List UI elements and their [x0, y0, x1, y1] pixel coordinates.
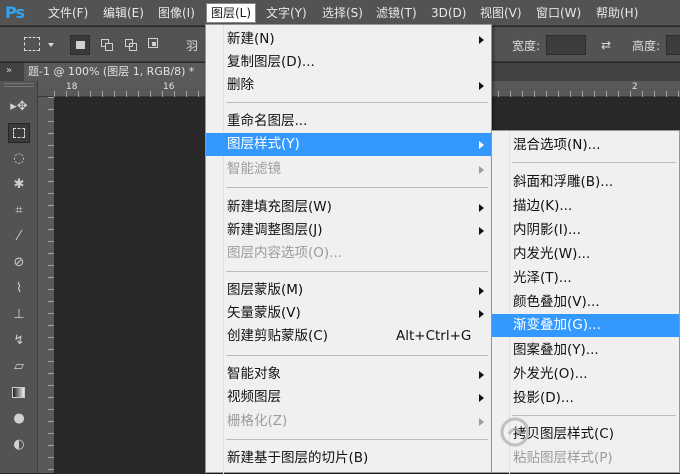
marquee-tool-icon[interactable] [24, 37, 40, 51]
layer-menu-vector-mask[interactable]: 矢量蒙版(V) [206, 302, 491, 325]
shortcut-text: Alt+Ctrl+G [396, 328, 472, 344]
layer-menu-new[interactable]: 新建(N) [206, 28, 491, 51]
clone-stamp-tool-icon[interactable]: ⊥ [8, 305, 30, 325]
layer-menu-delete[interactable]: 删除 [206, 74, 491, 97]
style-satin[interactable]: 光泽(T)... [492, 267, 679, 290]
subtract-selection-icon[interactable] [121, 35, 141, 55]
photoshop-logo: Ps [5, 3, 25, 22]
menu-separator [226, 271, 488, 272]
menu-file[interactable]: 文件(F) [44, 4, 92, 22]
style-inner-shadow[interactable]: 内阴影(I)... [492, 219, 679, 242]
layer-menu-smart-filter[interactable]: 智能滤镜 [206, 158, 491, 181]
submenu-arrow-icon [479, 36, 484, 44]
menu-separator [226, 439, 488, 440]
submenu-arrow-icon [479, 141, 484, 149]
gradient-tool-icon[interactable] [8, 383, 30, 403]
style-inner-glow[interactable]: 内发光(W)... [492, 243, 679, 266]
lasso-tool-icon[interactable]: ◌ [8, 149, 30, 169]
menu-3d[interactable]: 3D(D) [427, 4, 470, 22]
feather-label: 羽 [186, 39, 199, 53]
submenu-arrow-icon [479, 227, 484, 235]
layer-menu-content-options[interactable]: 图层内容选项(O)... [206, 242, 491, 265]
menu-filter[interactable]: 滤镜(T) [372, 4, 421, 22]
menu-separator [226, 187, 488, 188]
submenu-arrow-icon [479, 394, 484, 402]
layer-menu: 新建(N) 复制图层(D)... 删除 重命名图层... 图层样式(Y) 智能滤… [205, 24, 492, 474]
submenu-arrow-icon [479, 204, 484, 212]
style-stroke[interactable]: 描边(K)... [492, 195, 679, 218]
menu-image[interactable]: 图像(I) [154, 4, 199, 22]
eyedropper-tool-icon[interactable]: ⁄ [8, 227, 30, 247]
new-selection-icon[interactable] [70, 35, 90, 55]
healing-brush-tool-icon[interactable]: ⊘ [8, 253, 30, 273]
layer-menu-rename[interactable]: 重命名图层... [206, 110, 491, 133]
height-field[interactable] [666, 35, 680, 55]
menu-type[interactable]: 文字(Y) [262, 4, 311, 22]
layer-menu-layer-mask[interactable]: 图层蒙版(M) [206, 279, 491, 302]
vertical-ruler [38, 97, 54, 473]
magic-wand-tool-icon[interactable]: ✱ [8, 175, 30, 195]
menu-view[interactable]: 视图(V) [476, 4, 526, 22]
menu-separator [226, 102, 488, 103]
style-blending-options[interactable]: 混合选项(N)... [492, 134, 679, 157]
submenu-arrow-icon [479, 82, 484, 90]
move-tool-icon[interactable]: ▸✥ [8, 97, 30, 117]
submenu-arrow-icon [479, 371, 484, 379]
toolbox: ▸✥ ◌ ✱ ⌗ ⁄ ⊘ ⌇ ⊥ ↯ ▱ ● ◐ [0, 81, 38, 473]
layer-menu-layer-style[interactable]: 图层样式(Y) [206, 133, 491, 156]
layer-menu-new-slice[interactable]: 新建基于图层的切片(B) [206, 447, 491, 470]
menu-layer[interactable]: 图层(L) [206, 3, 257, 23]
history-brush-tool-icon[interactable]: ↯ [8, 331, 30, 351]
height-label: 高度: [632, 39, 661, 53]
swap-icon[interactable]: ⇄ [601, 38, 611, 52]
style-outer-glow[interactable]: 外发光(O)... [492, 363, 679, 386]
crop-tool-icon[interactable]: ⌗ [8, 201, 30, 221]
layer-menu-new-fill-layer[interactable]: 新建填充图层(W) [206, 196, 491, 219]
submenu-arrow-icon [479, 418, 484, 426]
layer-menu-video-layers[interactable]: 视频图层 [206, 386, 491, 409]
width-label: 宽度: [512, 39, 541, 53]
chevron-down-icon[interactable] [48, 43, 54, 47]
blur-tool-icon[interactable]: ● [8, 409, 30, 429]
submenu-arrow-icon [479, 287, 484, 295]
collapse-panels-icon[interactable]: » [6, 65, 12, 76]
layer-menu-duplicate[interactable]: 复制图层(D)... [206, 51, 491, 74]
style-gradient-overlay[interactable]: 渐变叠加(G)... [492, 314, 679, 337]
menu-edit[interactable]: 编辑(E) [99, 4, 148, 22]
rectangular-marquee-tool-icon[interactable] [8, 123, 30, 143]
submenu-arrow-icon [479, 310, 484, 318]
layer-menu-smart-object[interactable]: 智能对象 [206, 363, 491, 386]
intersect-selection-icon[interactable] [145, 35, 165, 55]
style-pattern-overlay[interactable]: 图案叠加(Y)... [492, 339, 679, 362]
style-color-overlay[interactable]: 颜色叠加(V)... [492, 291, 679, 314]
menu-separator [512, 162, 676, 163]
menu-window[interactable]: 窗口(W) [532, 4, 585, 22]
menu-select[interactable]: 选择(S) [318, 4, 367, 22]
eraser-tool-icon[interactable]: ▱ [8, 357, 30, 377]
dodge-tool-icon[interactable]: ◐ [8, 435, 30, 455]
document-tab[interactable]: 题-1 @ 100% (图层 1, RGB/8) * [24, 63, 214, 81]
style-bevel-emboss[interactable]: 斜面和浮雕(B)... [492, 171, 679, 194]
layer-menu-new-adjustment-layer[interactable]: 新建调整图层(J) [206, 219, 491, 242]
menu-help[interactable]: 帮助(H) [592, 4, 642, 22]
width-field[interactable] [546, 35, 586, 55]
brush-tool-icon[interactable]: ⌇ [8, 279, 30, 299]
layer-menu-clipping-mask[interactable]: 创建剪贴蒙版(C) Alt+Ctrl+G [206, 325, 491, 348]
add-selection-icon[interactable] [97, 35, 117, 55]
watermark-logo [495, 398, 680, 473]
layer-menu-rasterize[interactable]: 栅格化(Z) [206, 410, 491, 433]
submenu-arrow-icon [479, 166, 484, 174]
toolbox-grip[interactable] [4, 83, 34, 87]
menu-bar: Ps 文件(F) 编辑(E) 图像(I) 图层(L) 文字(Y) 选择(S) 滤… [0, 0, 680, 26]
menu-separator [226, 355, 488, 356]
